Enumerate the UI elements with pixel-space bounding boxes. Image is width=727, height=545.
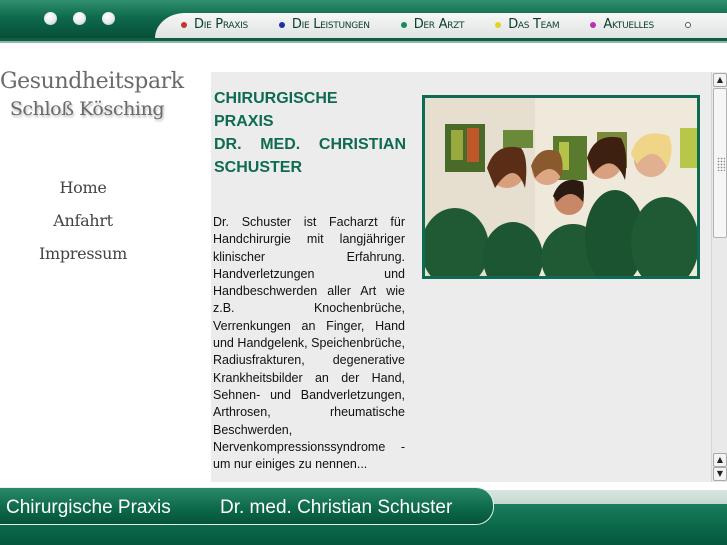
title-line: PRAXIS bbox=[214, 113, 274, 130]
sidebar-menu: Home Anfahrt Impressum bbox=[0, 176, 166, 275]
nav-item-label[interactable]: Der Arzt bbox=[414, 17, 465, 32]
logo-line-2: Schloß Kösching bbox=[9, 98, 165, 120]
nav-item-label[interactable]: Das Team bbox=[508, 17, 559, 32]
main-navigation: Die Praxis Die Leistungen Der Arzt Das T… bbox=[155, 13, 727, 38]
nav-item-das-team[interactable]: Das Team bbox=[495, 17, 560, 32]
team-photo-image bbox=[425, 98, 697, 276]
top-divider-light bbox=[0, 41, 727, 43]
footer-practice-name: Chirurgische Praxis bbox=[6, 497, 171, 518]
sidebar-item-anfahrt[interactable]: Anfahrt bbox=[0, 209, 166, 242]
bullet-icon bbox=[590, 21, 597, 28]
nav-item-die-leistungen[interactable]: Die Leistungen bbox=[278, 17, 370, 32]
nav-item-label[interactable]: Die Leistungen bbox=[292, 17, 370, 32]
sidebar-item-impressum[interactable]: Impressum bbox=[0, 242, 166, 275]
nav-item-label[interactable]: Aktuelles bbox=[603, 17, 654, 32]
content-panel: CHIRURGISCHE PRAXIS DR. MED. CHRISTIAN S… bbox=[211, 72, 711, 482]
scroll-thumb[interactable] bbox=[713, 88, 727, 238]
nav-item-more[interactable] bbox=[684, 17, 698, 32]
content-scrollbar[interactable]: ▲ ▲ ▼ bbox=[711, 72, 727, 482]
intro-text: Dr. Schuster ist Facharzt für Handchirur… bbox=[213, 215, 405, 472]
title-line: DR. MED. CHRISTIAN bbox=[214, 136, 406, 153]
scroll-down-button[interactable]: ▼ bbox=[713, 467, 727, 481]
nav-item-die-praxis[interactable]: Die Praxis bbox=[181, 17, 248, 32]
dot-icon bbox=[102, 12, 115, 25]
window-dots bbox=[44, 12, 115, 25]
grip-icon bbox=[717, 157, 725, 171]
team-photo bbox=[422, 95, 700, 279]
nav-item-der-arzt[interactable]: Der Arzt bbox=[400, 17, 465, 32]
page-title: CHIRURGISCHE PRAXIS DR. MED. CHRISTIAN S… bbox=[214, 87, 406, 179]
sidebar-item-home[interactable]: Home bbox=[0, 176, 166, 209]
footer-doctor-name: Dr. med. Christian Schuster bbox=[220, 497, 453, 518]
title-line: SCHUSTER bbox=[214, 159, 303, 176]
bullet-icon bbox=[278, 21, 285, 28]
bullet-icon bbox=[400, 21, 407, 28]
scroll-page-up-button[interactable]: ▲ bbox=[713, 453, 727, 467]
bullet-icon bbox=[181, 21, 187, 28]
bullet-icon bbox=[495, 21, 502, 28]
scroll-up-button[interactable]: ▲ bbox=[713, 73, 727, 87]
top-bar: Die Praxis Die Leistungen Der Arzt Das T… bbox=[0, 0, 727, 38]
nav-item-label[interactable]: Die Praxis bbox=[194, 17, 248, 32]
nav-item-aktuelles[interactable]: Aktuelles bbox=[590, 17, 654, 32]
bullet-icon bbox=[684, 21, 691, 28]
dot-icon bbox=[73, 12, 86, 25]
dot-icon bbox=[44, 12, 57, 25]
logo-line-1: Gesundheitspark bbox=[0, 69, 184, 94]
title-line: CHIRURGISCHE bbox=[214, 90, 338, 107]
footer-banner: Chirurgische Praxis Dr. med. Christian S… bbox=[0, 482, 727, 545]
